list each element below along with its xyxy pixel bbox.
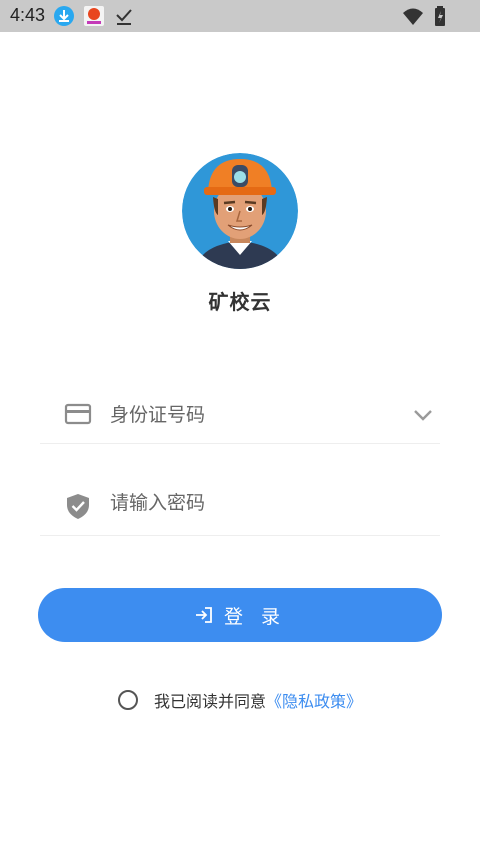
wifi-icon (403, 8, 423, 25)
id-card-icon (64, 403, 92, 425)
chevron-down-icon[interactable] (410, 402, 436, 428)
shield-check-icon (67, 494, 89, 519)
login-label: 登 录 (223, 605, 287, 628)
login-button[interactable]: 登 录 (38, 588, 442, 642)
check-icon (116, 9, 132, 25)
privacy-policy-link[interactable]: 《隐私政策》 (266, 688, 362, 712)
miner-avatar (182, 153, 298, 269)
password-field[interactable] (40, 476, 440, 536)
privacy-agreement: 我已阅读并同意 《隐私政策》 (0, 688, 480, 712)
agree-radio[interactable] (117, 690, 138, 710)
login-icon (195, 607, 212, 623)
status-time: 4:43 (10, 5, 46, 25)
status-bar: 4:43 (0, 0, 480, 32)
id-number-value[interactable]: 身份证号码 (110, 400, 390, 427)
app-notification-icon (84, 6, 104, 26)
download-icon (54, 6, 74, 26)
app-name: 矿校云 (208, 290, 272, 314)
id-number-field[interactable]: 身份证号码 (40, 384, 440, 444)
agree-text: 我已阅读并同意 (153, 692, 266, 711)
password-input[interactable] (110, 492, 390, 514)
battery-icon (435, 6, 445, 26)
